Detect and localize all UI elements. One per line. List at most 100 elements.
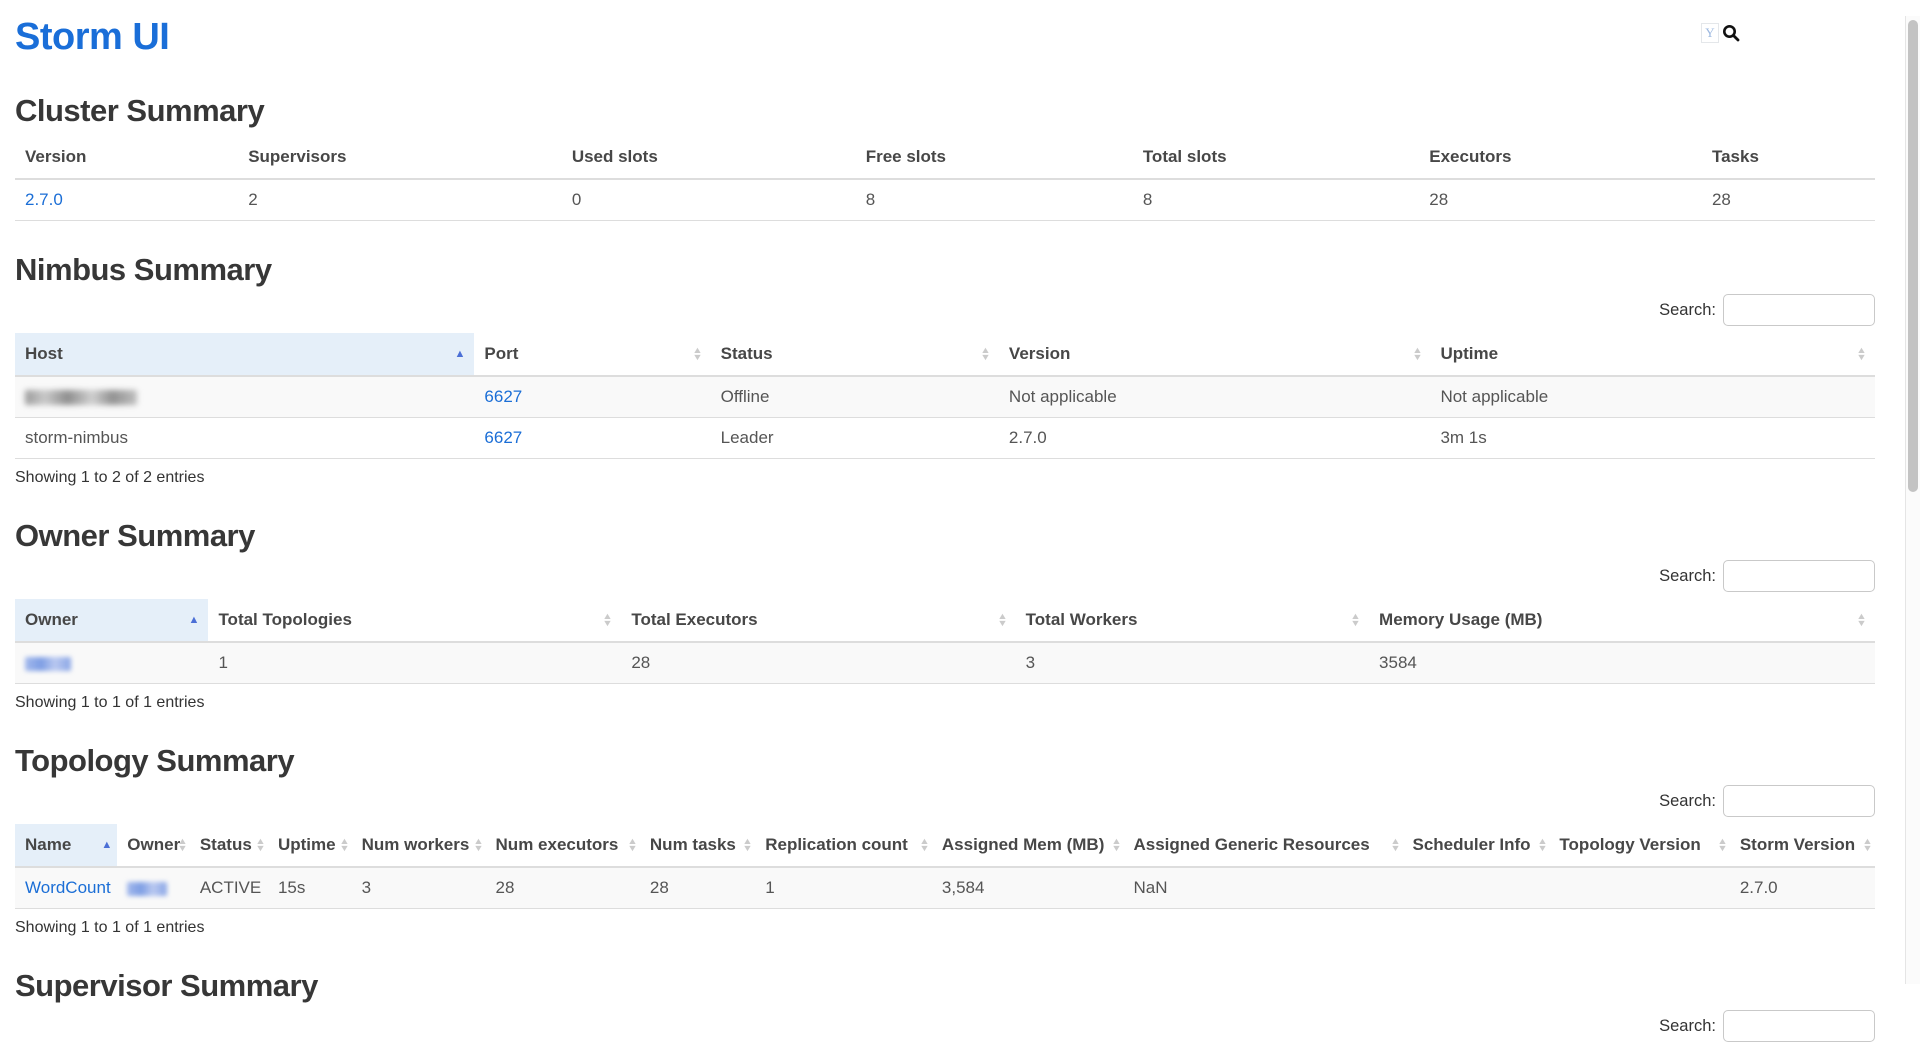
col-storm-version[interactable]: Storm Version ▲▼ (1730, 824, 1875, 867)
owner-search-label: Search: (1659, 567, 1716, 586)
col-name[interactable]: Name ▲ (15, 824, 117, 867)
sort-icons: ▲▼ (981, 347, 990, 361)
col-supervisors: Supervisors (238, 136, 562, 179)
table-row: storm-nimbus 6627 Leader 2.7.0 3m 1s (15, 418, 1875, 459)
total-workers-value: 3 (1016, 642, 1369, 684)
redacted-host (25, 390, 137, 405)
col-tasks: Tasks (1702, 136, 1875, 179)
topology-header-row: Name ▲ Owner ▲▼ Status ▲▼ Uptime ▲▼ Num … (15, 824, 1875, 867)
topo-uptime-value: 15s (268, 867, 352, 909)
sort-icons: ▲▼ (1538, 838, 1547, 852)
col-total-slots: Total slots (1133, 136, 1419, 179)
col-topo-uptime[interactable]: Uptime ▲▼ (268, 824, 352, 867)
num-workers-value: 3 (352, 867, 486, 909)
free-slots-value: 8 (856, 179, 1133, 221)
port-link[interactable]: 6627 (484, 428, 522, 447)
table-row: 6627 Offline Not applicable Not applicab… (15, 376, 1875, 418)
nimbus-search-label: Search: (1659, 301, 1716, 320)
status-value: Leader (711, 418, 999, 459)
table-row: 1 28 3 3584 (15, 642, 1875, 684)
sort-icons: ▲▼ (474, 838, 483, 852)
num-tasks-value: 28 (640, 867, 755, 909)
nimbus-search-input[interactable] (1723, 294, 1875, 326)
col-total-workers[interactable]: Total Workers ▲▼ (1016, 599, 1369, 642)
sort-icons: ▲▼ (1863, 838, 1872, 852)
nimbus-entries-info: Showing 1 to 2 of 2 entries (15, 469, 1875, 487)
topology-entries-info: Showing 1 to 1 of 1 entries (15, 919, 1875, 937)
col-assigned-generic-resources[interactable]: Assigned Generic Resources ▲▼ (1123, 824, 1402, 867)
uptime-value: 3m 1s (1430, 418, 1875, 459)
col-total-executors[interactable]: Total Executors ▲▼ (621, 599, 1015, 642)
total-slots-value: 8 (1133, 179, 1419, 221)
replication-count-value: 1 (755, 867, 932, 909)
supervisor-search-input[interactable] (1723, 1010, 1875, 1042)
col-topo-status[interactable]: Status ▲▼ (190, 824, 268, 867)
version-value: Not applicable (999, 376, 1431, 418)
redacted-owner[interactable] (127, 882, 167, 896)
memory-usage-value: 3584 (1369, 642, 1875, 684)
topo-status-value: ACTIVE (190, 867, 268, 909)
col-num-tasks[interactable]: Num tasks ▲▼ (640, 824, 755, 867)
col-port[interactable]: Port ▲▼ (474, 333, 710, 376)
sort-icons: ▲▼ (920, 838, 929, 852)
col-num-workers[interactable]: Num workers ▲▼ (352, 824, 486, 867)
page-title[interactable]: Storm UI (15, 16, 1875, 59)
assigned-generic-resources-value: NaN (1123, 867, 1402, 909)
col-host[interactable]: Host ▲ (15, 333, 474, 376)
topology-name-link[interactable]: WordCount (25, 878, 111, 897)
supervisor-search-row: Search: (15, 1010, 1875, 1042)
col-total-topologies[interactable]: Total Topologies ▲▼ (208, 599, 621, 642)
col-num-executors[interactable]: Num executors ▲▼ (486, 824, 640, 867)
topology-search-input[interactable] (1723, 785, 1875, 817)
host-value: storm-nimbus (15, 418, 474, 459)
supervisor-search-label: Search: (1659, 1017, 1716, 1036)
owner-header-row: Owner ▲ Total Topologies ▲▼ Total Execut… (15, 599, 1875, 642)
col-memory-usage[interactable]: Memory Usage (MB) ▲▼ (1369, 599, 1875, 642)
topology-summary-table: Name ▲ Owner ▲▼ Status ▲▼ Uptime ▲▼ Num … (15, 824, 1875, 909)
owner-search-input[interactable] (1723, 560, 1875, 592)
sort-icons: ▲▼ (1413, 347, 1422, 361)
cluster-header-row: Version Supervisors Used slots Free slot… (15, 136, 1875, 179)
col-topology-version[interactable]: Topology Version ▲▼ (1549, 824, 1729, 867)
search-icon[interactable] (1722, 24, 1740, 42)
col-status[interactable]: Status ▲▼ (711, 333, 999, 376)
broken-image-icon: Y (1701, 23, 1719, 43)
status-value: Offline (711, 376, 999, 418)
col-uptime[interactable]: Uptime ▲▼ (1430, 333, 1875, 376)
nimbus-summary-heading: Nimbus Summary (15, 252, 1875, 288)
used-slots-value: 0 (562, 179, 856, 221)
sort-icons: ▲▼ (256, 838, 265, 852)
sort-icons: ▲▼ (1857, 347, 1866, 361)
sort-icons: ▲▼ (603, 613, 612, 627)
sort-icons: ▲▼ (340, 838, 349, 852)
sort-asc-icon: ▲ (455, 348, 466, 360)
supervisor-summary-heading: Supervisor Summary (15, 968, 1875, 1004)
col-topo-owner[interactable]: Owner ▲▼ (117, 824, 190, 867)
topology-search-row: Search: (15, 785, 1875, 817)
col-replication-count[interactable]: Replication count ▲▼ (755, 824, 932, 867)
cluster-summary-table: Version Supervisors Used slots Free slot… (15, 136, 1875, 221)
page-scrollbar[interactable] (1905, 16, 1920, 984)
version-link[interactable]: 2.7.0 (25, 190, 63, 209)
executors-value: 28 (1419, 179, 1702, 221)
scrollbar-thumb[interactable] (1908, 20, 1918, 492)
redacted-owner[interactable] (25, 657, 71, 671)
nimbus-summary-table: Host ▲ Port ▲▼ Status ▲▼ Version ▲▼ Upti… (15, 333, 1875, 459)
col-nimbus-version[interactable]: Version ▲▼ (999, 333, 1431, 376)
cluster-row: 2.7.0 2 0 8 8 28 28 (15, 179, 1875, 221)
supervisors-value: 2 (238, 179, 562, 221)
topbar-icons: Y (1701, 23, 1740, 43)
assigned-mem-value: 3,584 (932, 867, 1124, 909)
topology-search-label: Search: (1659, 792, 1716, 811)
owner-search-row: Search: (15, 560, 1875, 592)
port-link[interactable]: 6627 (484, 387, 522, 406)
sort-icons: ▲▼ (628, 838, 637, 852)
col-scheduler-info[interactable]: Scheduler Info ▲▼ (1402, 824, 1549, 867)
sort-icons: ▲▼ (1391, 838, 1400, 852)
sort-icons: ▲▼ (178, 838, 187, 852)
sort-icons: ▲▼ (693, 347, 702, 361)
col-assigned-mem[interactable]: Assigned Mem (MB) ▲▼ (932, 824, 1124, 867)
col-owner[interactable]: Owner ▲ (15, 599, 208, 642)
sort-icons: ▲▼ (1351, 613, 1360, 627)
topology-summary-heading: Topology Summary (15, 743, 1875, 779)
